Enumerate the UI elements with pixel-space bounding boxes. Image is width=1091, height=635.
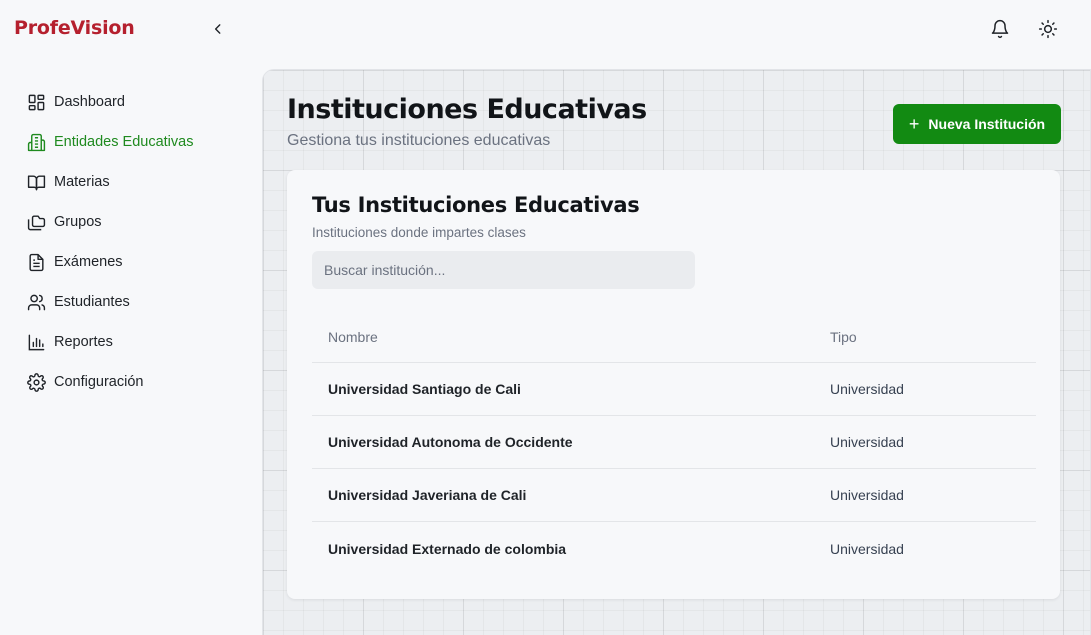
page-title: Instituciones Educativas <box>287 94 647 125</box>
bar-chart-icon <box>26 332 46 352</box>
table-row[interactable]: Universidad Santiago de Cali Universidad <box>312 363 1036 416</box>
brand-logo[interactable]: ProfeVision <box>14 17 135 39</box>
sun-icon <box>1038 19 1058 39</box>
column-header-tipo: Tipo <box>830 329 857 345</box>
sidebar-item-label: Configuración <box>54 374 144 390</box>
sidebar-item-label: Materias <box>54 174 110 190</box>
sidebar-item-materias[interactable]: Materias <box>0 162 250 202</box>
sidebar-item-reportes[interactable]: Reportes <box>0 322 250 362</box>
new-institution-label: Nueva Institución <box>928 116 1046 132</box>
theme-toggle-button[interactable] <box>1036 17 1060 41</box>
chevron-left-icon <box>214 24 221 34</box>
building-icon <box>26 132 46 152</box>
dashboard-icon <box>26 92 46 112</box>
users-icon <box>26 292 46 312</box>
collapse-sidebar-button[interactable] <box>208 19 228 39</box>
main-content: Instituciones Educativas Gestiona tus in… <box>262 69 1091 635</box>
institution-name: Universidad Santiago de Cali <box>328 381 521 397</box>
institution-type: Universidad <box>830 540 904 557</box>
sidebar-item-label: Estudiantes <box>54 294 130 310</box>
sidebar-item-configuracion[interactable]: Configuración <box>0 362 250 402</box>
institution-name: Universidad Javeriana de Cali <box>328 487 527 503</box>
column-header-nombre: Nombre <box>328 329 378 345</box>
new-institution-button[interactable]: + Nueva Institución <box>893 104 1061 144</box>
institution-type: Universidad <box>830 487 904 503</box>
sidebar: Dashboard Entidades Educativas Materias … <box>0 82 250 402</box>
institution-name: Universidad Externado de colombia <box>328 540 567 557</box>
sidebar-item-label: Exámenes <box>54 254 123 270</box>
table-row[interactable]: Universidad Externado de colombia Univer… <box>312 522 1036 575</box>
institutions-card: Tus Instituciones Educativas Institucion… <box>287 170 1060 599</box>
sidebar-item-examenes[interactable]: Exámenes <box>0 242 250 282</box>
card-subtitle: Instituciones donde impartes clases <box>312 225 526 240</box>
bell-icon <box>991 19 1009 39</box>
sidebar-item-label: Reportes <box>54 334 113 350</box>
top-bar: ProfeVision <box>0 0 1091 58</box>
folders-icon <box>26 212 46 232</box>
search-input[interactable] <box>312 251 695 289</box>
institution-type: Universidad <box>830 434 904 450</box>
sidebar-item-dashboard[interactable]: Dashboard <box>0 82 250 122</box>
sidebar-item-label: Dashboard <box>54 94 125 110</box>
table-row[interactable]: Universidad Javeriana de Cali Universida… <box>312 469 1036 522</box>
institution-name: Universidad Autonoma de Occidente <box>328 434 573 450</box>
plus-icon: + <box>908 114 920 134</box>
sidebar-item-grupos[interactable]: Grupos <box>0 202 250 242</box>
page-subtitle: Gestiona tus instituciones educativas <box>287 132 551 149</box>
sidebar-item-entidades-educativas[interactable]: Entidades Educativas <box>0 122 250 162</box>
file-text-icon <box>26 252 46 272</box>
institution-type: Universidad <box>830 381 904 397</box>
sidebar-item-label: Entidades Educativas <box>54 134 194 150</box>
book-icon <box>26 172 46 192</box>
gear-icon <box>26 372 46 392</box>
table-row[interactable]: Universidad Autonoma de Occidente Univer… <box>312 416 1036 469</box>
notifications-button[interactable] <box>988 17 1012 41</box>
table-header: Nombre Tipo <box>312 312 1036 363</box>
sidebar-item-estudiantes[interactable]: Estudiantes <box>0 282 250 322</box>
sidebar-item-label: Grupos <box>54 214 102 230</box>
institutions-table: Nombre Tipo Universidad Santiago de Cali… <box>312 312 1036 575</box>
card-title: Tus Instituciones Educativas <box>312 193 640 217</box>
